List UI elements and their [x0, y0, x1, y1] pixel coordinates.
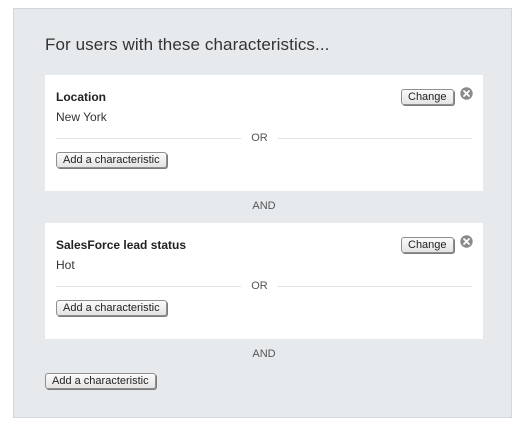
characteristics-panel: For users with these characteristics... … [13, 8, 512, 418]
or-label: OR [251, 132, 268, 144]
add-characteristic-group-button[interactable]: Add a characteristic [45, 373, 156, 389]
change-button[interactable]: Change [401, 89, 454, 105]
or-label: OR [251, 280, 268, 292]
condition-value: New York [56, 110, 107, 124]
condition-title: SalesForce lead status [56, 238, 187, 252]
condition-card-salesforce-lead-status: SalesForce lead status Hot Change OR Add… [45, 223, 483, 339]
or-divider: OR [56, 131, 472, 145]
and-label: AND [252, 200, 276, 212]
panel-heading: For users with these characteristics... [45, 35, 330, 54]
close-circle-icon[interactable] [460, 235, 473, 248]
condition-card-location: Location New York Change OR Add a charac… [45, 75, 483, 191]
close-circle-icon[interactable] [460, 87, 473, 100]
condition-title: Location [56, 90, 106, 104]
or-divider: OR [56, 279, 472, 293]
add-characteristic-button[interactable]: Add a characteristic [56, 152, 167, 168]
change-button[interactable]: Change [401, 237, 454, 253]
and-label: AND [252, 348, 276, 360]
condition-value: Hot [56, 258, 75, 272]
add-characteristic-button[interactable]: Add a characteristic [56, 300, 167, 316]
